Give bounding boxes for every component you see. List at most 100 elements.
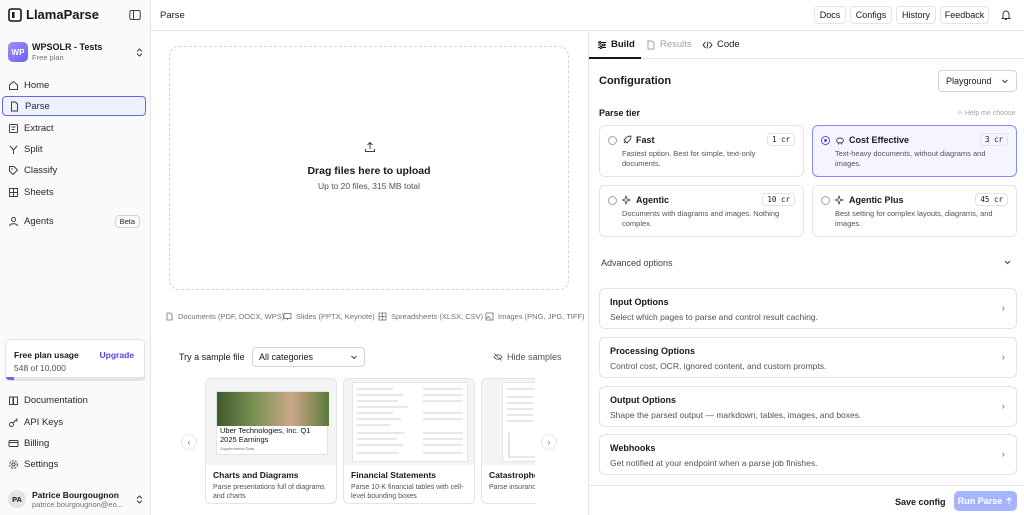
- tier-radio[interactable]: [608, 136, 617, 145]
- upgrade-link[interactable]: Upgrade: [100, 350, 134, 360]
- upload-dropzone[interactable]: Drag files here to upload Up to 20 files…: [169, 46, 569, 290]
- upload-subtitle: Up to 20 files, 315 MB total: [317, 181, 421, 191]
- option-description: Shape the parsed output — markdown, tabl…: [610, 410, 862, 420]
- usage-count: 548 of 10,000: [14, 363, 66, 373]
- card-thumbnail: [344, 379, 474, 465]
- sidebar-item-documentation[interactable]: Documentation: [2, 390, 146, 410]
- configs-button[interactable]: Configs: [850, 6, 892, 24]
- carousel-prev-button[interactable]: ‹: [181, 434, 197, 450]
- workspace-switcher[interactable]: WP WPSOLR - Tests Free plan: [8, 40, 144, 64]
- hide-samples-button[interactable]: Hide samples: [493, 352, 562, 362]
- tier-radio[interactable]: [821, 136, 830, 145]
- tier-fast[interactable]: Fast 1 cr Fastest option. Best for simpl…: [599, 125, 804, 177]
- workspace-plan: Free plan: [32, 53, 64, 62]
- tab-build[interactable]: Build: [597, 39, 635, 50]
- chevron-updown-icon: [136, 494, 143, 504]
- webhooks-row[interactable]: Webhooks Get notified at your endpoint w…: [599, 434, 1017, 475]
- card-thumbnail: Uber Technologies, Inc. Q1 2025 Earnings…: [206, 379, 336, 465]
- mode-select[interactable]: Playground: [938, 70, 1017, 92]
- sidebar-item-parse[interactable]: Parse: [2, 96, 146, 116]
- chevron-right-icon: ›: [547, 437, 551, 447]
- sliders-icon: [598, 40, 606, 49]
- format-label: Slides (PPTX, Keynote): [296, 312, 375, 321]
- sidebar-item-classify[interactable]: Classify: [2, 160, 146, 180]
- breadcrumb: Parse: [160, 10, 185, 21]
- arrow-up-icon: [1006, 497, 1013, 504]
- llama-logo-icon: [8, 7, 22, 22]
- sidebar-item-billing[interactable]: Billing: [2, 433, 146, 453]
- format-spreadsheets: Spreadsheets (XLSX, CSV): [378, 312, 483, 321]
- chevron-right-icon: ›: [1001, 303, 1005, 314]
- user-menu[interactable]: PA Patrice Bourgougnon patrice.bourgougn…: [8, 488, 144, 510]
- format-slides: Slides (PPTX, Keynote): [283, 312, 375, 321]
- sidebar-item-settings[interactable]: Settings: [2, 454, 146, 474]
- tier-agentic[interactable]: Agentic 10 cr Documents with diagrams an…: [599, 185, 804, 237]
- monitor-icon: [283, 313, 292, 320]
- save-config-button[interactable]: Save config: [895, 497, 946, 507]
- chevron-right-icon: ›: [1001, 401, 1005, 412]
- extract-icon: [9, 123, 18, 133]
- sidebar-item-sheets[interactable]: Sheets: [2, 182, 146, 202]
- sample-card-catastrophe[interactable]: Catastrophe Parse insurance ranked event…: [481, 378, 535, 504]
- tier-credits: 3 cr: [979, 133, 1008, 146]
- tab-label: Build: [611, 39, 635, 50]
- tab-code[interactable]: Code: [702, 39, 740, 50]
- sidebar-item-split[interactable]: Split: [2, 139, 146, 159]
- slide-preview: Uber Technologies, Inc. Q1 2025 Earnings…: [216, 391, 329, 455]
- grid-icon: [378, 312, 387, 321]
- image-icon: [485, 312, 494, 321]
- config-title: Configuration: [599, 75, 672, 87]
- sparkles-icon: [622, 195, 632, 205]
- document-icon: [166, 312, 173, 321]
- top-bar: Parse Docs Configs History Feedback: [151, 0, 1024, 31]
- split-icon: [9, 145, 18, 154]
- chevron-down-icon[interactable]: [1003, 258, 1012, 267]
- card-title: Catastrophe: [489, 470, 535, 480]
- category-select[interactable]: All categories: [252, 347, 365, 367]
- tier-description: Text-heavy documents, without diagrams a…: [835, 149, 986, 168]
- bell-icon[interactable]: [1000, 9, 1012, 21]
- run-parse-button[interactable]: Run Parse: [954, 491, 1017, 511]
- sidebar-item-agents[interactable]: Agents Beta: [2, 211, 146, 231]
- sidebar-item-extract[interactable]: Extract: [2, 118, 146, 138]
- tab-results[interactable]: Results: [646, 39, 692, 50]
- tier-name: Fast: [636, 135, 655, 145]
- slide-title: Uber Technologies, Inc. Q1 2025 Earnings: [220, 426, 311, 444]
- docs-button[interactable]: Docs: [814, 6, 846, 24]
- output-options-row[interactable]: Output Options Shape the parsed output —…: [599, 386, 1017, 427]
- tab-label: Code: [717, 39, 740, 50]
- sample-card-financial[interactable]: Financial Statements Parse 10-K financia…: [343, 378, 475, 504]
- format-images: Images (PNG, JPG, TIFF): [485, 312, 585, 321]
- tier-description: Documents with diagrams and images. Noth…: [622, 209, 780, 228]
- help-choose-link[interactable]: ✧ Help me choose: [957, 109, 1015, 117]
- advanced-options-toggle[interactable]: Advanced options: [601, 258, 673, 268]
- tier-agentic-plus[interactable]: Agentic Plus 45 cr Best setting for comp…: [812, 185, 1017, 237]
- sidebar-item-api-keys[interactable]: API Keys: [2, 412, 146, 432]
- collapse-sidebar-icon[interactable]: [129, 9, 141, 21]
- card-icon: [8, 439, 19, 447]
- usage-progress-fill: [6, 377, 14, 380]
- parse-tier-label: Parse tier: [599, 108, 641, 118]
- home-icon: [9, 80, 18, 90]
- processing-options-row[interactable]: Processing Options Control cost, OCR, ig…: [599, 337, 1017, 378]
- feedback-button[interactable]: Feedback: [940, 6, 989, 24]
- option-title: Output Options: [610, 395, 676, 405]
- history-button[interactable]: History: [896, 6, 936, 24]
- chevron-right-icon: ›: [1001, 352, 1005, 363]
- sidebar-item-label: Extract: [24, 122, 54, 134]
- tier-radio[interactable]: [821, 196, 830, 205]
- input-options-row[interactable]: Input Options Select which pages to pars…: [599, 288, 1017, 329]
- rocket-icon: [623, 135, 632, 144]
- tier-cost-effective[interactable]: Cost Effective 3 cr Text-heavy documents…: [812, 125, 1017, 177]
- card-description: Parse insurance ranked event t: [489, 484, 535, 491]
- sidebar-item-label: Agents: [24, 215, 54, 227]
- sample-card-charts[interactable]: Uber Technologies, Inc. Q1 2025 Earnings…: [205, 378, 337, 504]
- option-title: Processing Options: [610, 346, 696, 356]
- chevron-down-icon: [1002, 79, 1008, 84]
- carousel-next-button[interactable]: ›: [541, 434, 557, 450]
- tab-label: Results: [660, 39, 692, 50]
- tier-radio[interactable]: [608, 196, 617, 205]
- brand[interactable]: LlamaParse: [8, 7, 99, 22]
- sidebar-item-home[interactable]: Home: [2, 75, 146, 95]
- sparkle-icon: ✧: [957, 110, 963, 117]
